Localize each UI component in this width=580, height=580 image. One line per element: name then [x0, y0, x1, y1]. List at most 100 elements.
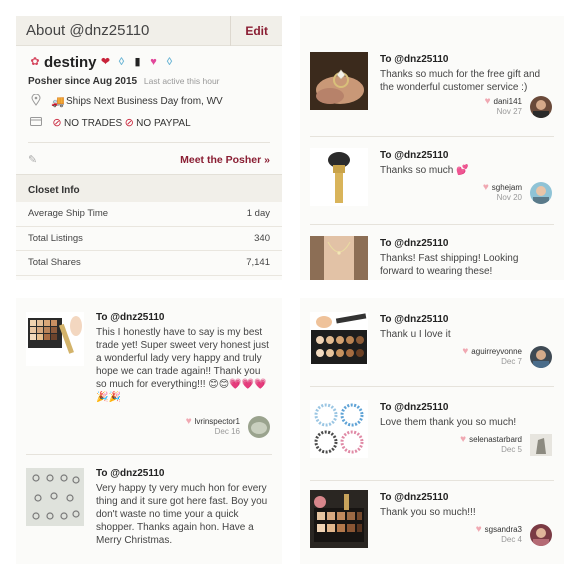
closet-info-header: Closet Info [16, 174, 282, 202]
divider [310, 224, 554, 225]
review-text: Thank you so much!!! [380, 507, 476, 518]
review-author[interactable]: ♥ sgsandra3 Dec 4 [476, 524, 522, 544]
brush-product-image[interactable] [310, 148, 368, 206]
stat-row-listings: Total Listings 340 [16, 226, 282, 251]
card-icon [28, 117, 44, 129]
meet-the-posher-link[interactable]: Meet the Posher » [180, 154, 270, 166]
stat-value: 1 day [246, 208, 270, 220]
stat-label: Average Ship Time [28, 208, 109, 220]
shipping-row: 🚚 Ships Next Business Day from, WV [28, 93, 270, 109]
review-item[interactable]: To @dnz25110 Thanks so much 💕 ♥ sghejam N… [300, 148, 564, 228]
heart-icon: ♥ [484, 96, 491, 107]
prohibited-icon: ⊘ [52, 117, 62, 129]
review-text: Thanks! Fast shipping! Looking forward t… [380, 253, 519, 277]
review-text: Thanks so much 💕 [380, 165, 469, 176]
posher-line: Posher since Aug 2015 Last active this h… [28, 76, 270, 87]
contour-kit-product-image[interactable] [310, 312, 368, 370]
policy-row: ⊘ NO TRADES ⊘ NO PAYPAL [28, 116, 270, 130]
avatar[interactable] [530, 524, 552, 546]
avatar[interactable] [530, 434, 552, 456]
avatar[interactable] [530, 346, 552, 368]
review-date: Dec 4 [501, 535, 522, 544]
no-trades-text: NO TRADES [64, 117, 123, 129]
review-item[interactable]: To @dnz25110 Love them thank you so much… [300, 400, 564, 474]
heart-emoji-icon: ♥ [150, 56, 157, 68]
avatar[interactable] [248, 416, 270, 438]
necklace-product-image[interactable] [310, 236, 368, 280]
review-username[interactable]: aguirreyvonne [471, 347, 522, 356]
review-recipient: To @dnz25110 [380, 238, 449, 249]
review-username[interactable]: sghejam [492, 183, 522, 192]
posher-since: Posher since Aug 2015 [28, 76, 138, 87]
review-item[interactable]: To @dnz25110 This I honestly have to say… [16, 312, 282, 452]
rose-emoji-icon: ✿ [30, 56, 40, 68]
review-author[interactable]: ♥ aguirreyvonne Dec 7 [462, 346, 522, 366]
review-recipient: To @dnz25110 [96, 312, 165, 323]
review-item[interactable]: To @dnz25110 Thanks so much for the free… [300, 52, 564, 142]
about-panel: About @dnz25110 Edit ✿ destiny ❤ ◊ ▮ ♥ ◊… [16, 16, 282, 280]
review-date: Nov 27 [496, 107, 522, 116]
meet-row: ✎ Meet the Posher » [28, 142, 270, 168]
stat-label: Total Listings [28, 232, 83, 244]
review-text: Love them thank you so much! [380, 417, 517, 428]
review-recipient: To @dnz25110 [380, 54, 449, 65]
review-text: Thanks so much for the free gift and the… [380, 69, 541, 93]
review-item[interactable]: To @dnz25110 Very happy ty very much hon… [16, 468, 282, 558]
review-username[interactable]: selenastarbard [469, 435, 522, 444]
ring-emoji-icon-2: ◊ [166, 56, 173, 68]
review-recipient: To @dnz25110 [96, 468, 165, 479]
ring-product-image[interactable] [310, 52, 368, 110]
review-username[interactable]: sgsandra3 [485, 525, 522, 534]
about-header: About @dnz25110 Edit [16, 16, 282, 46]
kiss-emoji-icon: ❤ [100, 56, 111, 68]
heart-icon: ♥ [185, 416, 192, 427]
review-author[interactable]: ♥ dani141 Nov 27 [485, 96, 522, 116]
eyeshadow-product-image[interactable] [310, 490, 368, 548]
review-author[interactable]: ♥ sghejam Nov 20 [483, 182, 522, 202]
stat-value: 340 [254, 232, 270, 244]
heart-icon: ♥ [462, 346, 469, 357]
heart-icon: ♥ [475, 524, 482, 535]
review-item[interactable]: To @dnz25110 Thank u I love it ♥ aguirrey… [300, 312, 564, 390]
divider [310, 136, 554, 137]
stat-row-shares: Total Shares 7,141 [16, 251, 282, 276]
review-username[interactable]: dani141 [494, 97, 522, 106]
shipping-text: Ships Next Business Day from, WV [66, 96, 223, 107]
review-recipient: To @dnz25110 [380, 150, 449, 161]
review-recipient: To @dnz25110 [380, 402, 449, 413]
review-username[interactable]: lvrinspector1 [195, 417, 240, 426]
charms-product-image[interactable] [26, 468, 84, 526]
review-date: Dec 16 [214, 427, 240, 436]
review-date: Dec 7 [501, 357, 522, 366]
username: destiny [44, 53, 97, 71]
review-author[interactable]: ♥ selenastarbard Dec 5 [460, 434, 522, 454]
bracelets-product-image[interactable] [310, 400, 368, 458]
review-text: Thank u I love it [380, 329, 451, 340]
stat-value: 7,141 [246, 257, 270, 269]
review-recipient: To @dnz25110 [380, 492, 449, 503]
about-title: About @dnz25110 [26, 22, 150, 39]
pencil-icon[interactable]: ✎ [28, 153, 37, 166]
heart-icon: ♥ [482, 182, 489, 193]
review-recipient: To @dnz25110 [380, 314, 449, 325]
no-paypal-text: NO PAYPAL [136, 117, 191, 129]
divider [310, 480, 554, 481]
ring-emoji-icon: ◊ [118, 56, 125, 68]
review-item[interactable]: To @dnz25110 Thank you so much!!! ♥ sgsan… [300, 490, 564, 560]
review-date: Nov 20 [496, 193, 522, 202]
reviews-panel-bottom-left: To @dnz25110 This I honestly have to say… [16, 298, 282, 564]
review-item[interactable]: To @dnz25110 Thanks! Fast shipping! Look… [300, 236, 564, 280]
review-text: This I honestly have to say is my best t… [96, 327, 269, 403]
avatar[interactable] [530, 96, 552, 118]
prohibited-icon-2: ⊘ [124, 117, 134, 129]
lipstick-emoji-icon: ▮ [134, 56, 141, 68]
edit-button[interactable]: Edit [230, 16, 282, 46]
reviews-panel-bottom-right: To @dnz25110 Thank u I love it ♥ aguirrey… [300, 298, 564, 564]
review-date: Dec 5 [501, 445, 522, 454]
divider [310, 386, 554, 387]
review-author[interactable]: ♥ lvrinspector1 Dec 16 [186, 416, 240, 436]
avatar[interactable] [530, 182, 552, 204]
palette-product-image[interactable] [26, 312, 84, 366]
location-pin-icon [28, 93, 44, 109]
stat-label: Total Shares [28, 257, 81, 269]
